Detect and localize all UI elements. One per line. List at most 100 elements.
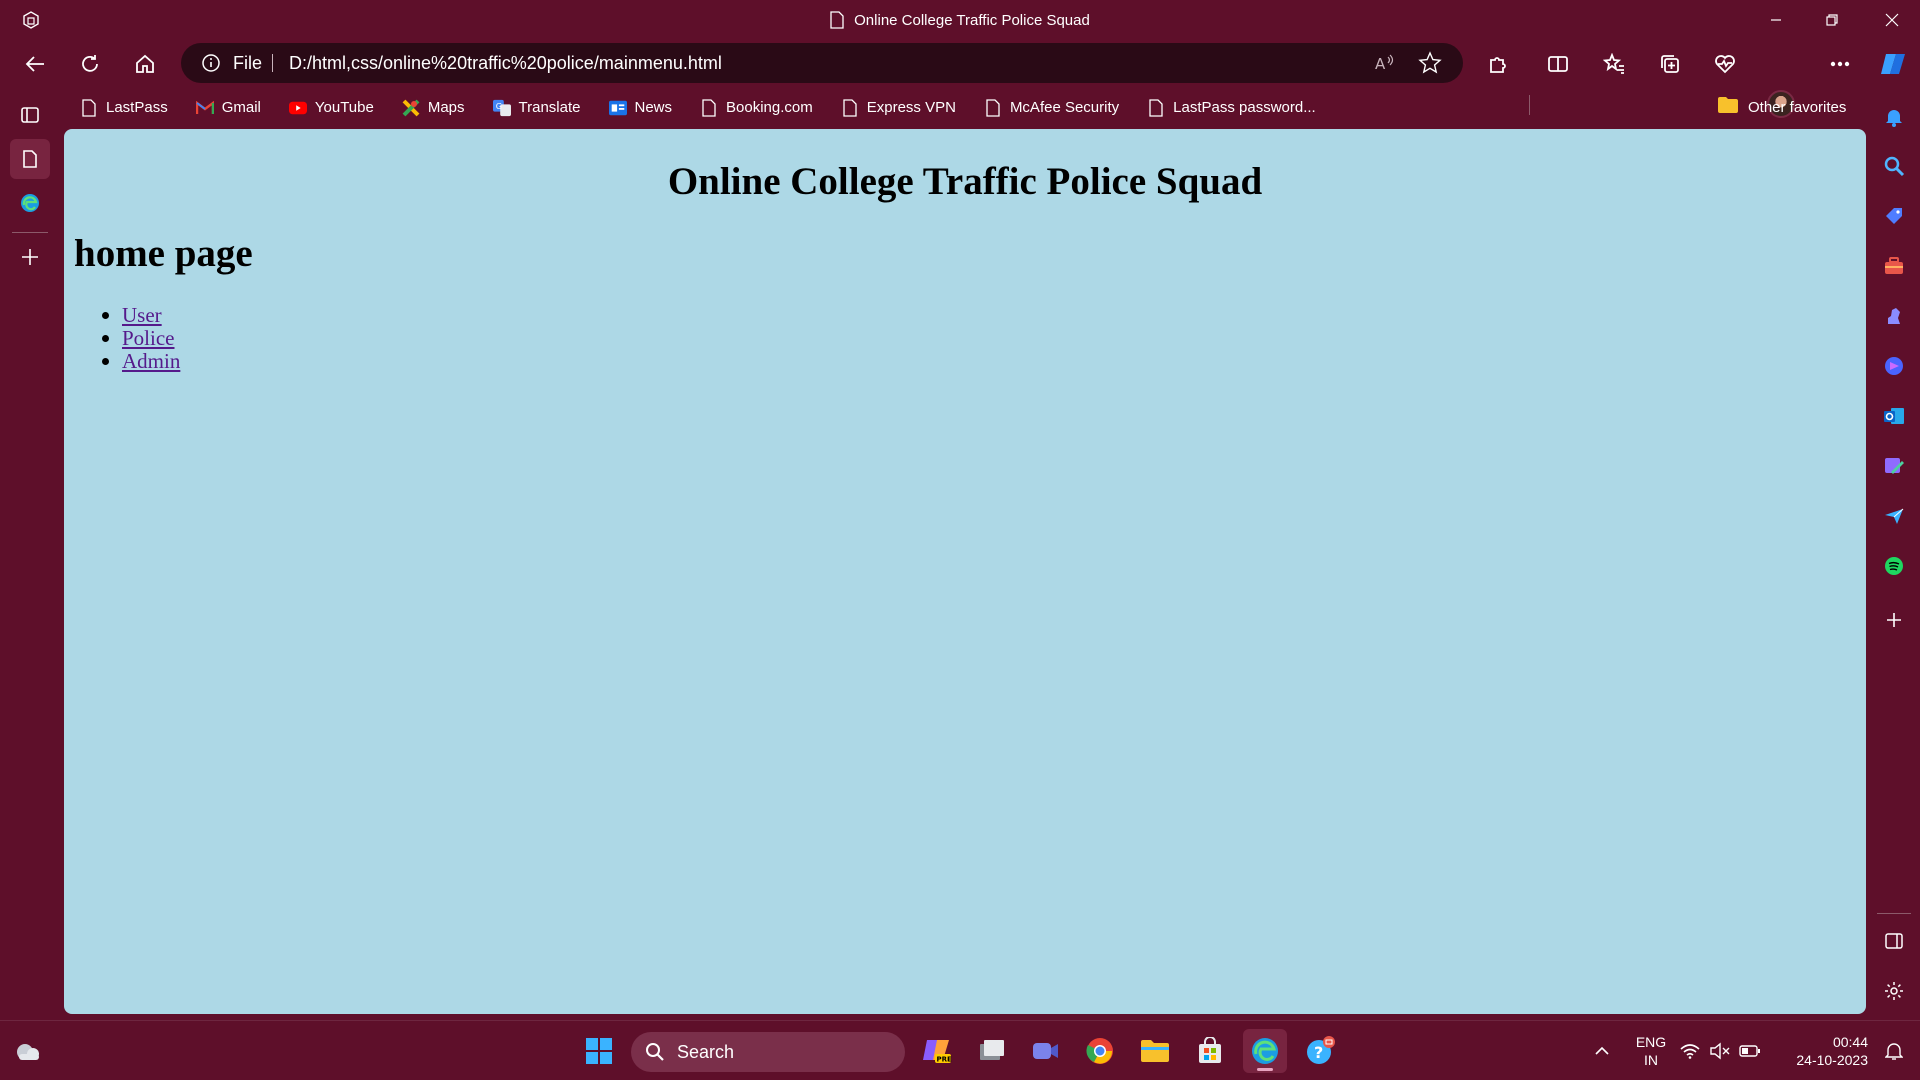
wifi-icon [1680, 1044, 1700, 1059]
tab-actions-button[interactable] [10, 95, 50, 135]
sidebar-divider [12, 232, 48, 233]
other-favorites-button[interactable]: Other favorites [1718, 92, 1846, 122]
url-text[interactable]: D:/html,css/online%20traffic%20police/ma… [289, 43, 722, 83]
clock[interactable]: 00:44 24-10-2023 [1780, 1033, 1868, 1069]
shopping-button[interactable] [1874, 196, 1914, 236]
task-view-icon [980, 1040, 1004, 1060]
police-link[interactable]: Police [122, 326, 175, 350]
page-icon [984, 98, 1002, 117]
back-button[interactable] [15, 44, 55, 84]
start-button[interactable] [577, 1029, 621, 1073]
collections-button[interactable] [1650, 44, 1690, 84]
page-icon [841, 98, 859, 117]
favorite-label: LastPass password... [1173, 99, 1316, 116]
favorites-button[interactable] [1594, 44, 1634, 84]
hide-sidebar-button[interactable] [1874, 921, 1914, 961]
taskbar-search[interactable]: Search [631, 1032, 905, 1072]
settings-more-button[interactable] [1820, 44, 1860, 84]
svg-text:A: A [1375, 55, 1386, 73]
designer-button[interactable] [1874, 446, 1914, 486]
taskbar-edge[interactable] [1243, 1029, 1287, 1073]
restore-button[interactable] [1804, 0, 1860, 40]
refresh-icon [82, 55, 98, 72]
heart-pulse-icon [1715, 55, 1735, 74]
tools-button[interactable] [1874, 246, 1914, 286]
tab-actions-icon [21, 107, 39, 123]
home-button[interactable] [125, 44, 165, 84]
close-button[interactable] [1864, 0, 1920, 40]
outlook-button[interactable] [1874, 396, 1914, 436]
vertical-tab-current[interactable] [10, 139, 50, 179]
browser-essentials-button[interactable] [1705, 44, 1745, 84]
new-tab-button[interactable] [10, 237, 50, 277]
refresh-button[interactable] [70, 44, 110, 84]
home-icon [136, 54, 154, 73]
add-sidebar-app-button[interactable] [1874, 600, 1914, 640]
favorite-news[interactable]: News [591, 93, 683, 123]
favorite-youtube[interactable]: YouTube [271, 93, 384, 123]
designer-icon [1885, 458, 1904, 474]
spotify-button[interactable] [1874, 546, 1914, 586]
favorite-label: Maps [427, 99, 465, 116]
favorite-expressvpn[interactable]: Express VPN [823, 93, 966, 123]
info-icon[interactable] [201, 53, 221, 73]
taskbar-help-app[interactable]: ? [1298, 1029, 1342, 1073]
favorite-lastpass-password[interactable]: LastPass password... [1129, 93, 1326, 123]
chrome-icon [1086, 1038, 1113, 1064]
admin-link[interactable]: Admin [122, 349, 180, 373]
folder-icon [1141, 1040, 1169, 1062]
favorite-booking[interactable]: Booking.com [682, 93, 823, 123]
show-hidden-icons-button[interactable] [1580, 1029, 1624, 1073]
sidebar-panel-icon [1885, 933, 1903, 949]
games-button[interactable] [1874, 296, 1914, 336]
search-icon [1884, 156, 1905, 177]
minimize-button[interactable] [1748, 0, 1804, 40]
taskbar-task-view[interactable] [969, 1029, 1013, 1073]
favorite-maps[interactable]: Maps [384, 93, 475, 123]
language-code: ENG [1635, 1034, 1667, 1050]
url-scheme-label: File [233, 53, 263, 73]
puzzle-icon [1490, 57, 1506, 73]
user-link[interactable]: User [122, 303, 162, 327]
notification-center-button[interactable] [1872, 1029, 1916, 1073]
page-icon [1147, 98, 1165, 117]
taskbar-meet[interactable] [1023, 1029, 1067, 1073]
copilot-button[interactable] [1873, 44, 1913, 84]
region-code: IN [1644, 1052, 1658, 1068]
notifications-button[interactable] [1874, 97, 1914, 137]
quick-settings-button[interactable] [1675, 1029, 1765, 1073]
chess-piece-icon [1888, 308, 1900, 324]
favorite-lastpass[interactable]: LastPass [62, 93, 178, 123]
address-bar[interactable]: File D:/html,css/online%20traffic%20poli… [181, 43, 1463, 83]
spotify-icon [1885, 557, 1903, 575]
clock-date: 24-10-2023 [1796, 1052, 1868, 1068]
sidebar-settings-button[interactable] [1874, 971, 1914, 1011]
maps-icon [402, 99, 420, 117]
split-screen-icon [1548, 56, 1568, 72]
favorite-translate[interactable]: G Translate [475, 93, 591, 123]
weather-widget[interactable] [6, 1029, 50, 1073]
favorite-gmail[interactable]: Gmail [178, 93, 271, 123]
copilot-icon [1881, 54, 1905, 74]
read-aloud-icon[interactable]: A [1372, 51, 1396, 75]
favorite-label: LastPass [106, 99, 168, 116]
vertical-tab-edge[interactable] [10, 183, 50, 223]
drop-button[interactable] [1874, 496, 1914, 536]
split-screen-button[interactable] [1538, 44, 1578, 84]
extensions-button[interactable] [1478, 44, 1518, 84]
taskbar-file-explorer[interactable] [1133, 1029, 1177, 1073]
page-heading: Online College Traffic Police Squad [667, 160, 1263, 203]
copilot-sidebar-button[interactable] [1874, 346, 1914, 386]
list-item: User [74, 303, 180, 327]
language-indicator[interactable]: ENG IN [1633, 1033, 1669, 1069]
favorite-mcafee[interactable]: McAfee Security [966, 93, 1129, 123]
arrow-left-icon [25, 56, 44, 72]
taskbar-chrome[interactable] [1078, 1029, 1122, 1073]
favorite-star-icon[interactable] [1418, 51, 1442, 75]
taskbar-copilot-pre[interactable]: PRE [915, 1029, 959, 1073]
search-sidebar-button[interactable] [1874, 146, 1914, 186]
taskbar-store[interactable] [1188, 1029, 1232, 1073]
edge-icon [21, 194, 39, 212]
edge-icon [1252, 1038, 1278, 1064]
help-icon: ? [1307, 1036, 1335, 1064]
